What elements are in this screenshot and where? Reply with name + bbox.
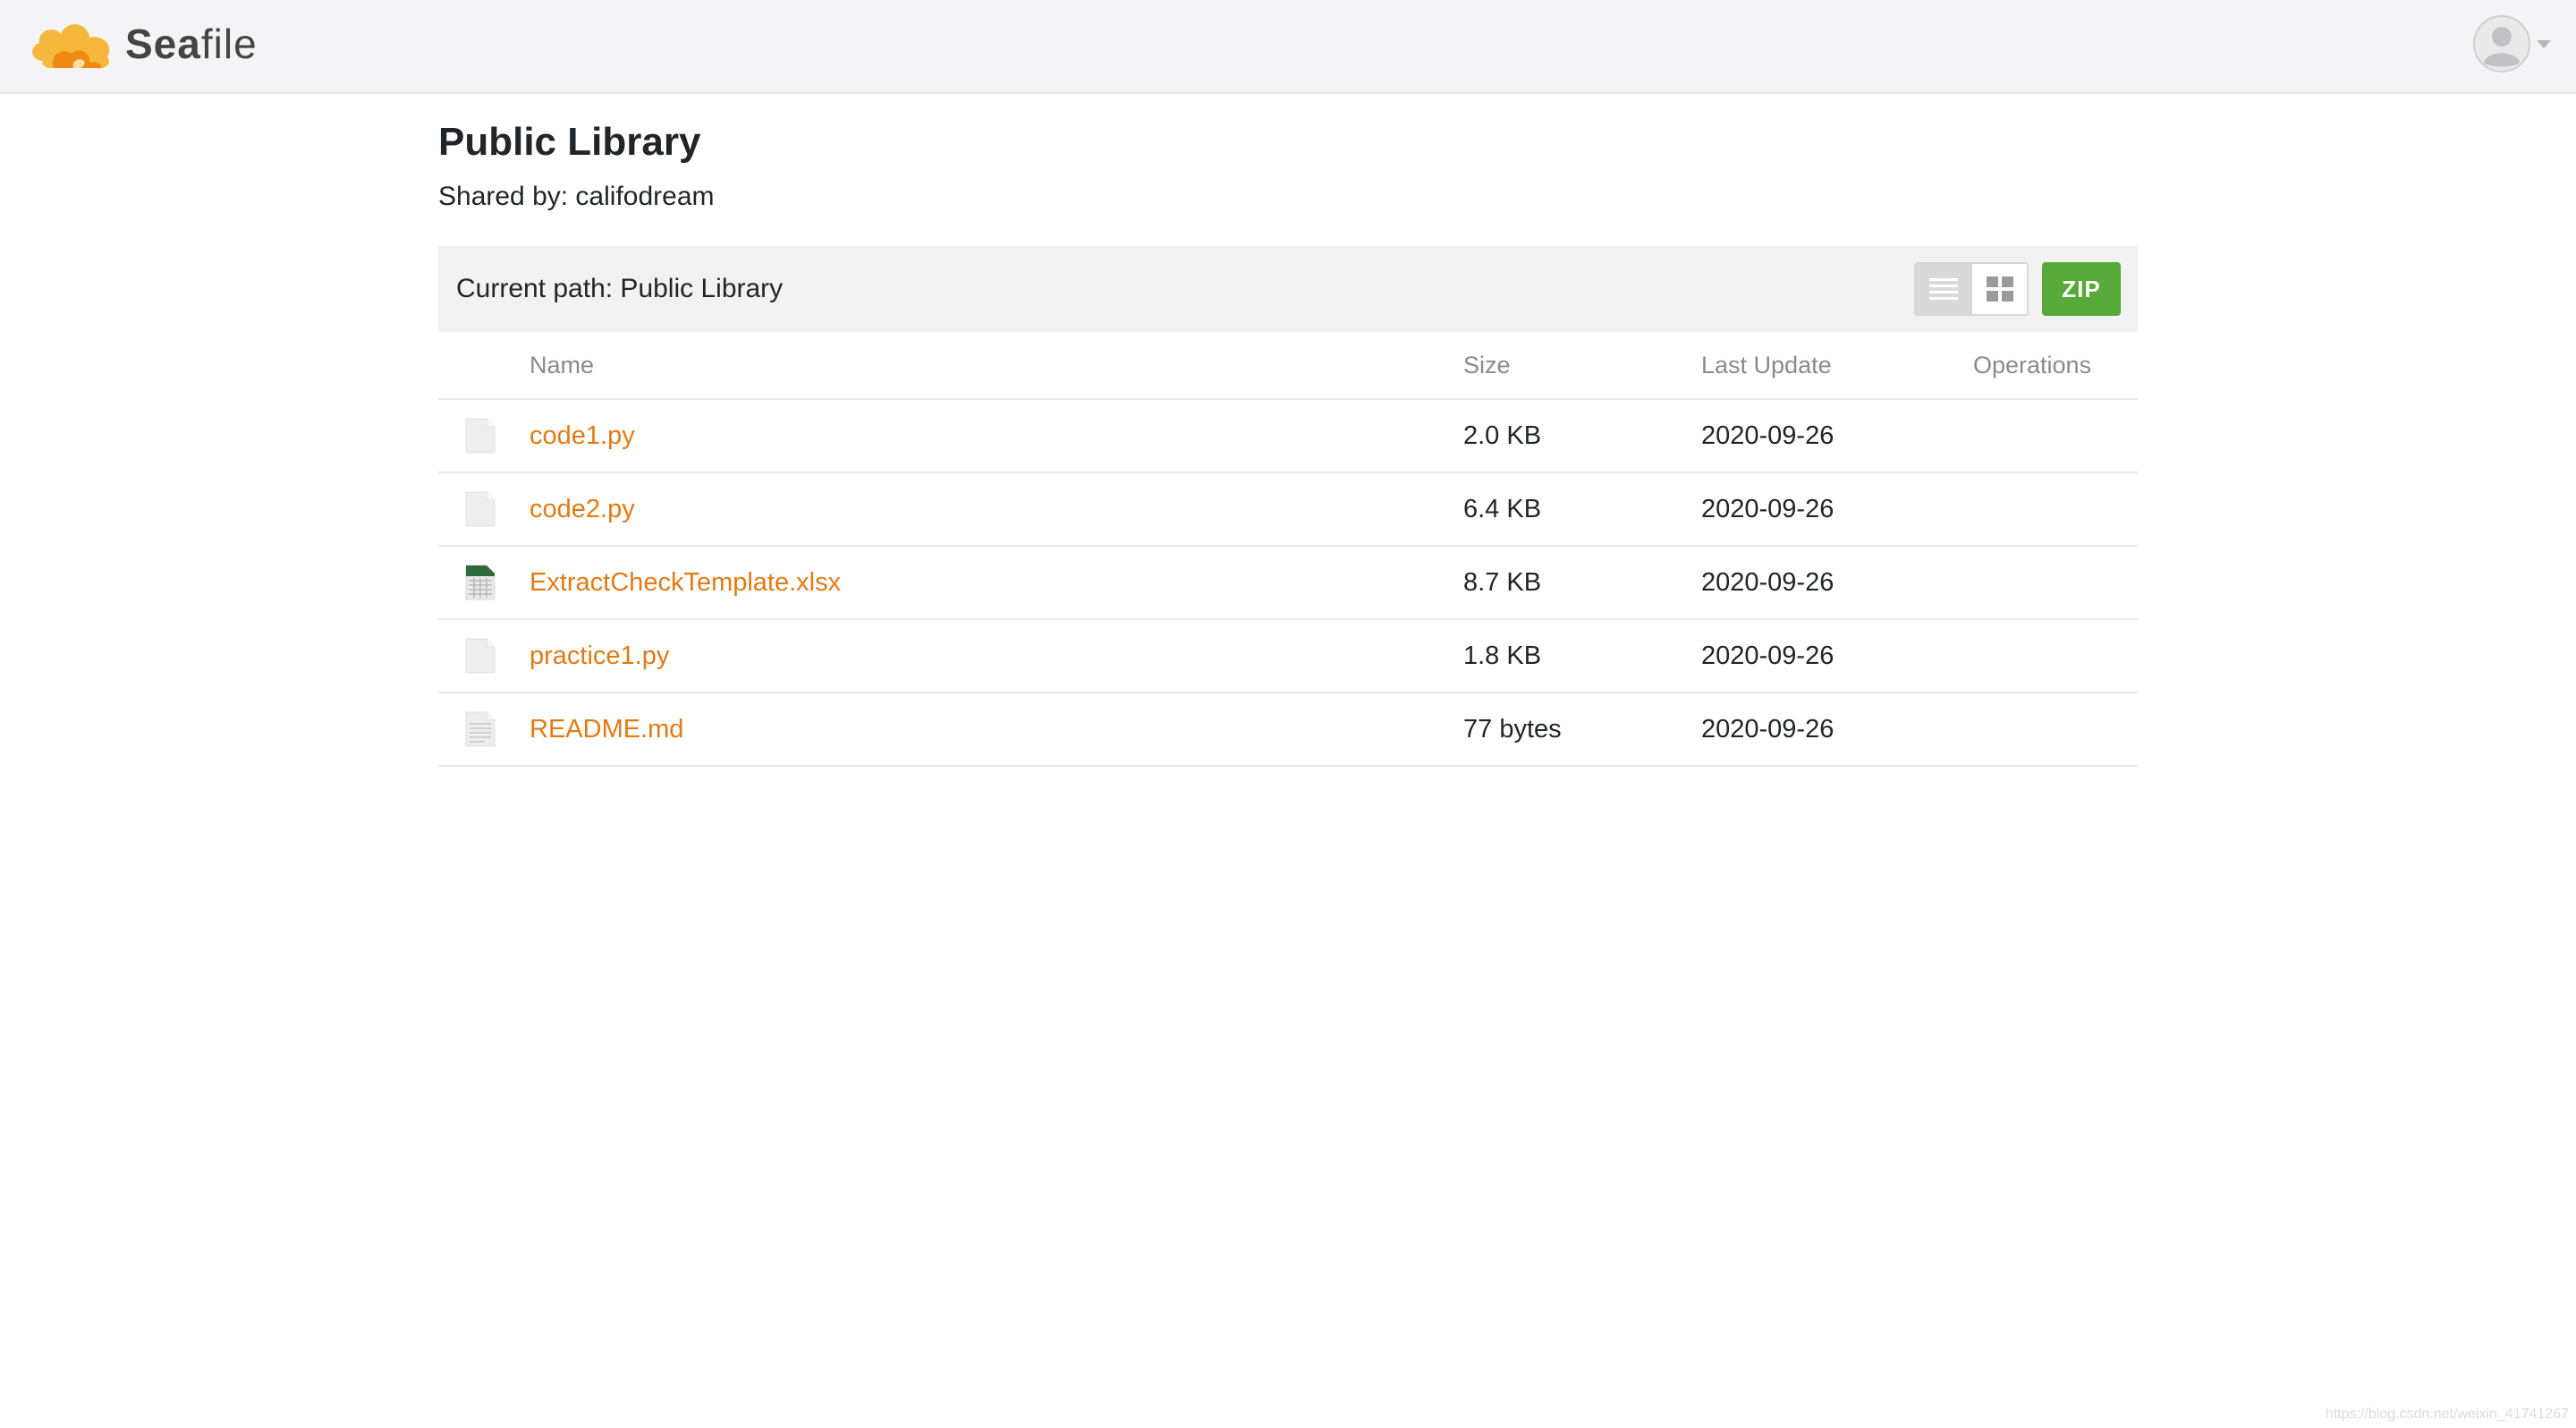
file-operations <box>1973 546 2138 619</box>
header-icon-cell <box>438 332 530 399</box>
table-row: practice1.py 1.8 KB 2020-09-26 <box>438 619 2138 693</box>
file-size: 2.0 KB <box>1463 421 1542 450</box>
file-size: 1.8 KB <box>1463 641 1542 670</box>
view-mode-switch <box>1914 262 2029 316</box>
seafile-logo[interactable]: Seafile <box>27 13 258 75</box>
shared-by-text: Shared by: califodream <box>438 182 715 211</box>
file-icon-cell <box>438 472 530 546</box>
chevron-down-icon <box>2537 39 2551 48</box>
seafile-cloud-icon <box>32 24 110 69</box>
grid-view-button[interactable] <box>1970 264 2027 314</box>
file-icon-cell <box>438 546 530 619</box>
current-path: Current path: Public Library <box>456 274 784 303</box>
grid-view-icon <box>1986 276 2013 302</box>
file-table: Name Size Last Update Operations code1.p… <box>438 332 2138 767</box>
file-name-cell: code1.py <box>530 399 1463 472</box>
file-icon <box>465 638 496 674</box>
logo-text: Seafile <box>125 23 258 64</box>
file-link[interactable]: code1.py <box>530 421 635 450</box>
watermark: https://blog.csdn.net/weixin_41741267 <box>2325 1407 2569 1422</box>
user-avatar-icon <box>2473 15 2530 72</box>
header-size: Size <box>1463 351 1511 378</box>
top-header: Seafile <box>0 0 2576 94</box>
table-row: code2.py 6.4 KB 2020-09-26 <box>438 472 2138 546</box>
file-operations <box>1973 619 2138 693</box>
table-row: code1.py 2.0 KB 2020-09-26 <box>438 399 2138 472</box>
logo-text-file: file <box>200 21 258 67</box>
header-last-update: Last Update <box>1701 351 1832 378</box>
file-name-cell: README.md <box>530 693 1463 766</box>
file-last-update: 2020-09-26 <box>1701 714 1835 744</box>
file-last-update: 2020-09-26 <box>1701 421 1835 450</box>
file-link[interactable]: ExtractCheckTemplate.xlsx <box>530 568 841 597</box>
file-operations <box>1973 693 2138 766</box>
table-row: ExtractCheckTemplate.xlsx 8.7 KB 2020-09… <box>438 546 2138 619</box>
text-file-icon <box>465 711 496 747</box>
file-operations <box>1973 472 2138 546</box>
spreadsheet-icon <box>465 565 496 600</box>
file-icon-cell <box>438 693 530 766</box>
file-icon-cell <box>438 619 530 693</box>
file-icon-cell <box>438 399 530 472</box>
list-view-icon <box>1928 278 1958 300</box>
page-title: Public Library <box>438 120 701 164</box>
file-link[interactable]: code2.py <box>530 495 635 523</box>
file-operations <box>1973 399 2138 472</box>
table-row: README.md 77 bytes 2020-09-26 <box>438 693 2138 766</box>
list-view-button[interactable] <box>1916 264 1970 314</box>
file-last-update: 2020-09-26 <box>1701 567 1835 597</box>
file-size: 6.4 KB <box>1463 494 1542 523</box>
file-name-cell: ExtractCheckTemplate.xlsx <box>530 546 1463 619</box>
file-size: 8.7 KB <box>1463 567 1542 597</box>
file-name-cell: code2.py <box>530 472 1463 546</box>
header-name: Name <box>530 351 595 378</box>
account-menu-button[interactable] <box>2472 13 2551 75</box>
file-last-update: 2020-09-26 <box>1701 494 1835 523</box>
zip-download-button[interactable]: ZIP <box>2042 262 2121 316</box>
file-icon <box>465 418 496 454</box>
path-bar: Current path: Public Library ZIP <box>438 246 2138 332</box>
logo-text-sea: Sea <box>125 21 201 67</box>
file-size: 77 bytes <box>1463 714 1562 744</box>
file-link[interactable]: README.md <box>530 715 683 744</box>
table-header-row: Name Size Last Update Operations <box>438 332 2138 399</box>
file-link[interactable]: practice1.py <box>530 642 669 670</box>
file-icon <box>465 491 496 527</box>
file-last-update: 2020-09-26 <box>1701 641 1835 670</box>
header-operations: Operations <box>1973 351 2092 378</box>
file-name-cell: practice1.py <box>530 619 1463 693</box>
